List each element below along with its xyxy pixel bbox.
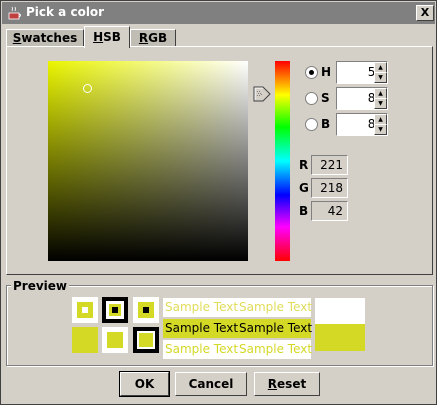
hue-slider-thumb-icon[interactable] [253,86,271,102]
color-picker-marker[interactable] [83,84,92,93]
window-title: Pick a color [26,5,105,19]
sample-text: Sample Text [239,300,313,314]
java-cup-icon [8,6,21,20]
sample-text: Sample Text [165,321,239,335]
preview-color-swatch [315,324,365,351]
reset-button[interactable]: Reset [254,372,320,396]
preview-white-swatch [315,298,365,324]
preview-swatch [133,327,159,353]
saturation-brightness-area[interactable] [48,61,248,261]
blue-value: 42 [327,204,343,218]
ok-button[interactable]: OK [119,371,170,397]
saturation-decrement-button[interactable]: ▼ [374,98,387,109]
sample-text-row-on-white: Sample Text Sample Text [163,340,313,359]
brightness-spinner-buttons: ▲ ▼ [374,114,387,136]
brightness-radio[interactable] [305,118,318,131]
hue-label: H [321,65,332,79]
sample-text-row-on-white: Sample Text Sample Text [163,298,313,317]
color-chooser-dialog: Pick a color X Swatches HSB RGB H 59 ▲ ▼… [0,0,437,405]
sample-text: Sample Text [239,321,313,335]
tab-swatches[interactable]: Swatches [6,29,84,47]
green-value-field: 218 [311,178,348,198]
cancel-button[interactable]: Cancel [175,372,247,396]
sample-text: Sample Text [165,300,239,314]
red-label: R [299,158,309,172]
close-icon: X [420,6,430,19]
preview-swatch [133,297,159,323]
title-bar[interactable]: Pick a color X [2,2,435,24]
hue-slider[interactable] [275,61,290,261]
close-button[interactable]: X [416,5,434,21]
brightness-decrement-button[interactable]: ▼ [374,124,387,135]
preview-swatch [102,327,128,353]
blue-label: B [299,204,309,218]
sample-text: Sample Text [165,342,239,356]
preview-swatch [72,327,98,353]
blue-value-field: 42 [311,201,348,221]
red-value: 221 [320,158,343,172]
preview-legend: Preview [11,279,70,293]
red-value-field: 221 [311,155,348,175]
tab-rgb[interactable]: RGB [130,29,176,47]
hue-spinner-buttons: ▲ ▼ [374,62,387,84]
saturation-radio[interactable] [305,92,318,105]
hue-decrement-button[interactable]: ▼ [374,72,387,83]
green-value: 218 [320,181,343,195]
saturation-spinner-buttons: ▲ ▼ [374,88,387,110]
preview-swatch [102,297,128,323]
sample-text: Sample Text [239,342,313,356]
sample-text-row-on-color: Sample Text Sample Text [163,319,313,338]
saturation-label: S [321,91,330,105]
brightness-label: B [321,117,331,131]
green-label: G [299,181,309,195]
preview-swatch [72,297,98,323]
tab-hsb[interactable]: HSB [84,26,130,48]
hue-radio[interactable] [305,66,318,79]
